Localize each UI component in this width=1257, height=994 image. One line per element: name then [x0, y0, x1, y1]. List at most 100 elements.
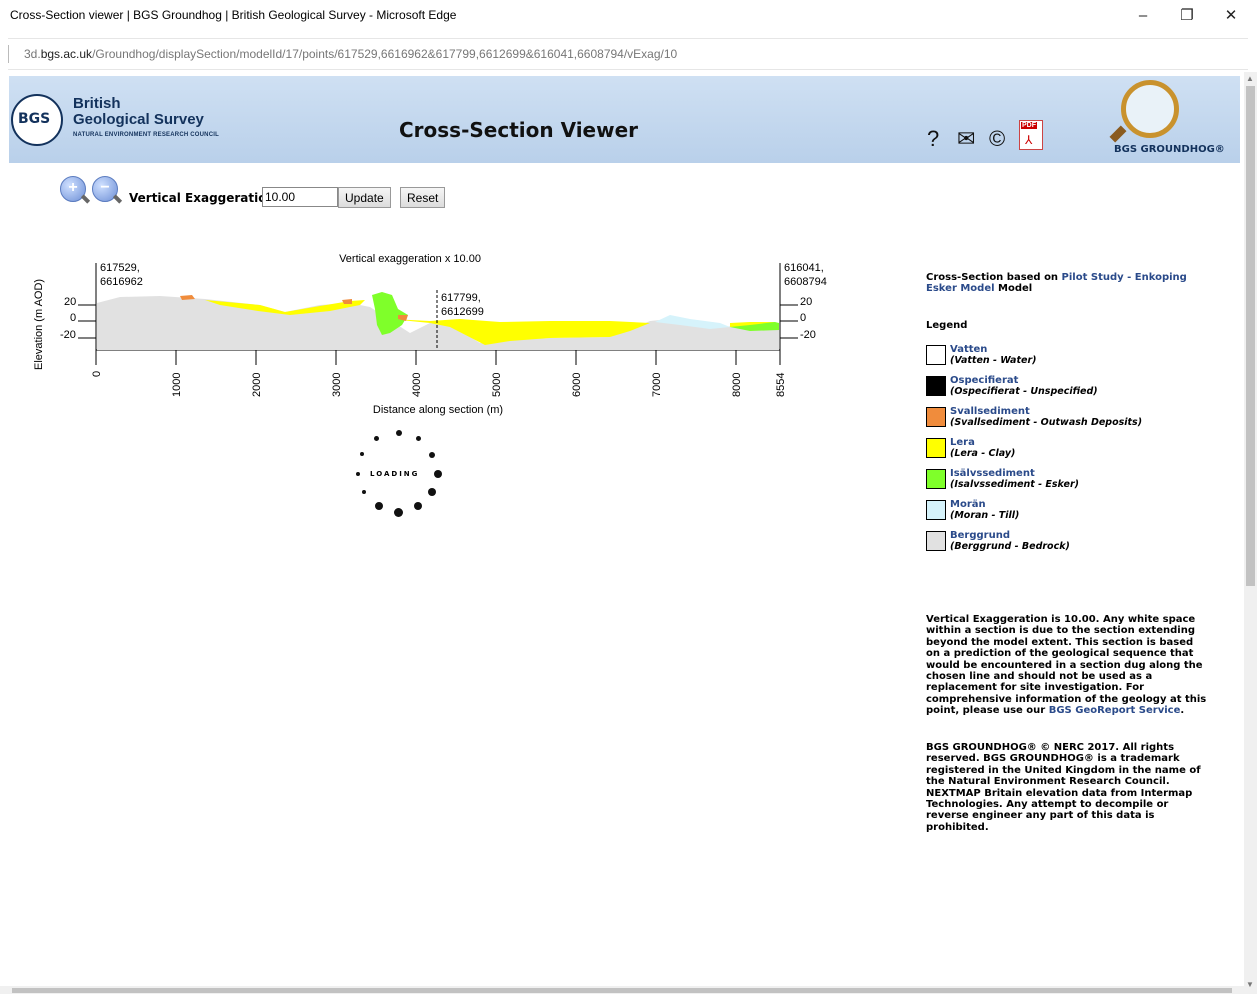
legend-swatch-ospecifierat — [926, 376, 946, 396]
logo-line2: Geological Survey — [73, 111, 204, 128]
url-domain: bgs.ac.uk — [40, 47, 93, 61]
x-axis-label: Distance along section (m) — [373, 404, 503, 416]
horizontal-scrollbar[interactable] — [0, 986, 1244, 994]
elev-label-0: 0 — [70, 312, 76, 324]
x-label-2000: 2000 — [251, 373, 263, 397]
start-point-label-1: 617529, — [100, 262, 140, 274]
legend-swatch-berggrund — [926, 531, 946, 551]
legend-desc-ospecifierat: (Ospecifierat - Unspecified) — [950, 386, 1098, 397]
legend-name-svallsediment[interactable]: Svallsediment — [950, 406, 1030, 417]
url-path: /Groundhog/displaySection/modelId/17/poi… — [92, 47, 678, 61]
groundhog-handle-icon — [1109, 125, 1127, 143]
vertical-exaggeration-input[interactable] — [262, 187, 338, 207]
legend-desc-isalvssediment: (Isalvssediment - Esker) — [950, 479, 1079, 490]
groundhog-magnifier-icon — [1121, 80, 1179, 138]
email-icon[interactable]: ✉ — [957, 126, 975, 152]
based-suffix: Model — [994, 283, 1033, 294]
x-label-7000: 7000 — [651, 373, 663, 397]
pdf-badge: PDF — [1021, 122, 1037, 129]
legend-item-berggrund[interactable]: Berggrund (Berggrund - Bedrock) — [926, 530, 1208, 558]
right-panel: Cross-Section based on Pilot Study - Enk… — [926, 272, 1208, 833]
url-text[interactable]: 3d.bgs.ac.uk/Groundhog/displaySection/mo… — [24, 47, 677, 61]
vertical-scrollbar[interactable]: ▲ ▼ — [1244, 72, 1257, 994]
legend-item-ospecifierat[interactable]: Ospecifierat (Ospecifierat - Unspecified… — [926, 375, 1208, 403]
legend-item-isalvssediment[interactable]: Isälvssediment (Isalvssediment - Esker) — [926, 468, 1208, 496]
cross-section-diagram[interactable]: Vertical exaggeration x 10.00 Elevation … — [30, 245, 850, 420]
horizontal-scroll-thumb[interactable] — [12, 988, 1232, 993]
pdf-icon[interactable]: PDF ⅄ — [1019, 120, 1043, 150]
update-button[interactable]: Update — [338, 187, 391, 208]
disclaimer-text: Vertical Exaggeration is 10.00. Any whit… — [926, 614, 1208, 717]
restore-button[interactable]: ❐ — [1172, 4, 1202, 28]
elev-label-right-0: 0 — [800, 312, 806, 324]
legend-swatch-lera — [926, 438, 946, 458]
logo-line1: British — [73, 95, 121, 112]
legend-item-lera[interactable]: Lera (Lera - Clay) — [926, 437, 1208, 465]
legend-name-ospecifierat[interactable]: Ospecifierat — [950, 375, 1018, 386]
model-description: Cross-Section based on Pilot Study - Enk… — [926, 272, 1208, 294]
georeport-link[interactable]: BGS GeoReport Service — [1049, 705, 1181, 716]
legend-name-moran[interactable]: Morän — [950, 499, 986, 510]
window-titlebar: Cross-Section viewer | BGS Groundhog | B… — [0, 0, 1257, 32]
legend-desc-moran: (Moran - Till) — [950, 510, 1020, 521]
zoom-out-icon[interactable]: − — [92, 176, 118, 202]
legend-desc-svallsediment: (Svallsediment - Outwash Deposits) — [950, 417, 1143, 428]
close-button[interactable]: ✕ — [1216, 4, 1246, 28]
copyright-icon[interactable]: © — [989, 126, 1005, 152]
loading-text: LOADING — [370, 470, 420, 478]
start-point-label-2: 6616962 — [100, 276, 143, 288]
section-toolbar: + − Vertical Exaggeration Update Reset — [60, 176, 480, 208]
legend-item-vatten[interactable]: Vatten (Vatten - Water) — [926, 344, 1208, 372]
disclaimer-body: Vertical Exaggeration is 10.00. Any whit… — [926, 614, 1207, 717]
copyright-text: BGS GROUNDHOG® © NERC 2017. All rights r… — [926, 742, 1201, 833]
mid-point-label-2: 6612699 — [441, 306, 484, 318]
minimize-button[interactable]: – — [1128, 4, 1158, 28]
bgs-logo-icon[interactable]: BGS — [11, 94, 63, 146]
legend-name-lera[interactable]: Lera — [950, 437, 975, 448]
url-prefix: 3d. — [24, 47, 41, 61]
bgs-logo-text[interactable]: British Geological Survey — [73, 96, 204, 128]
elev-label-right-neg20: -20 — [800, 329, 816, 341]
scroll-down-icon[interactable]: ▼ — [1246, 980, 1254, 989]
logo-mark: BGS — [18, 111, 51, 127]
legend-swatch-moran — [926, 500, 946, 520]
page-title: Cross-Section Viewer — [399, 118, 639, 142]
elev-label-right-20: 20 — [800, 296, 812, 308]
legend-swatch-svallsediment — [926, 407, 946, 427]
loading-spinner: LOADING — [352, 430, 447, 522]
x-label-8554: 8554 — [775, 373, 787, 397]
site-header: BGS British Geological Survey NATURAL EN… — [9, 76, 1240, 163]
legend-desc-vatten: (Vatten - Water) — [950, 355, 1037, 366]
based-prefix: Cross-Section based on — [926, 272, 1062, 283]
reset-button[interactable]: Reset — [400, 187, 446, 208]
mid-point-label-1: 617799, — [441, 292, 481, 304]
legend-item-svallsediment[interactable]: Svallsediment (Svallsediment - Outwash D… — [926, 406, 1208, 434]
disclaimer-end: . — [1180, 705, 1185, 717]
address-divider — [8, 45, 9, 63]
x-label-5000: 5000 — [491, 373, 503, 397]
end-point-label-1: 616041, — [784, 262, 824, 274]
x-label-4000: 4000 — [411, 373, 423, 397]
elev-label-neg20: -20 — [60, 329, 76, 341]
elev-label-20: 20 — [64, 296, 76, 308]
address-bar[interactable]: 3d.bgs.ac.uk/Groundhog/displaySection/mo… — [8, 38, 1248, 70]
vertical-exaggeration-label: Vertical Exaggeration — [129, 191, 276, 205]
legend-name-berggrund[interactable]: Berggrund — [950, 530, 1010, 541]
window-title: Cross-Section viewer | BGS Groundhog | B… — [10, 8, 457, 22]
x-label-8000: 8000 — [731, 373, 743, 397]
groundhog-brand: BGS GROUNDHOG® — [1114, 144, 1225, 155]
vertical-scroll-thumb[interactable] — [1246, 86, 1255, 586]
legend-title: Legend — [926, 320, 968, 331]
legend-name-vatten[interactable]: Vatten — [950, 344, 987, 355]
zoom-in-icon[interactable]: + — [60, 176, 86, 202]
help-icon[interactable]: ? — [927, 126, 939, 152]
legend-swatch-vatten — [926, 345, 946, 365]
section-caption: Vertical exaggeration x 10.00 — [339, 253, 481, 265]
legend-desc-lera: (Lera - Clay) — [950, 448, 1016, 459]
legend-item-moran[interactable]: Morän (Moran - Till) — [926, 499, 1208, 527]
y-axis-label: Elevation (m AOD) — [33, 279, 45, 370]
scroll-up-icon[interactable]: ▲ — [1246, 74, 1254, 83]
x-label-6000: 6000 — [571, 373, 583, 397]
x-label-1000: 1000 — [171, 373, 183, 397]
legend-name-isalvssediment[interactable]: Isälvssediment — [950, 468, 1035, 479]
